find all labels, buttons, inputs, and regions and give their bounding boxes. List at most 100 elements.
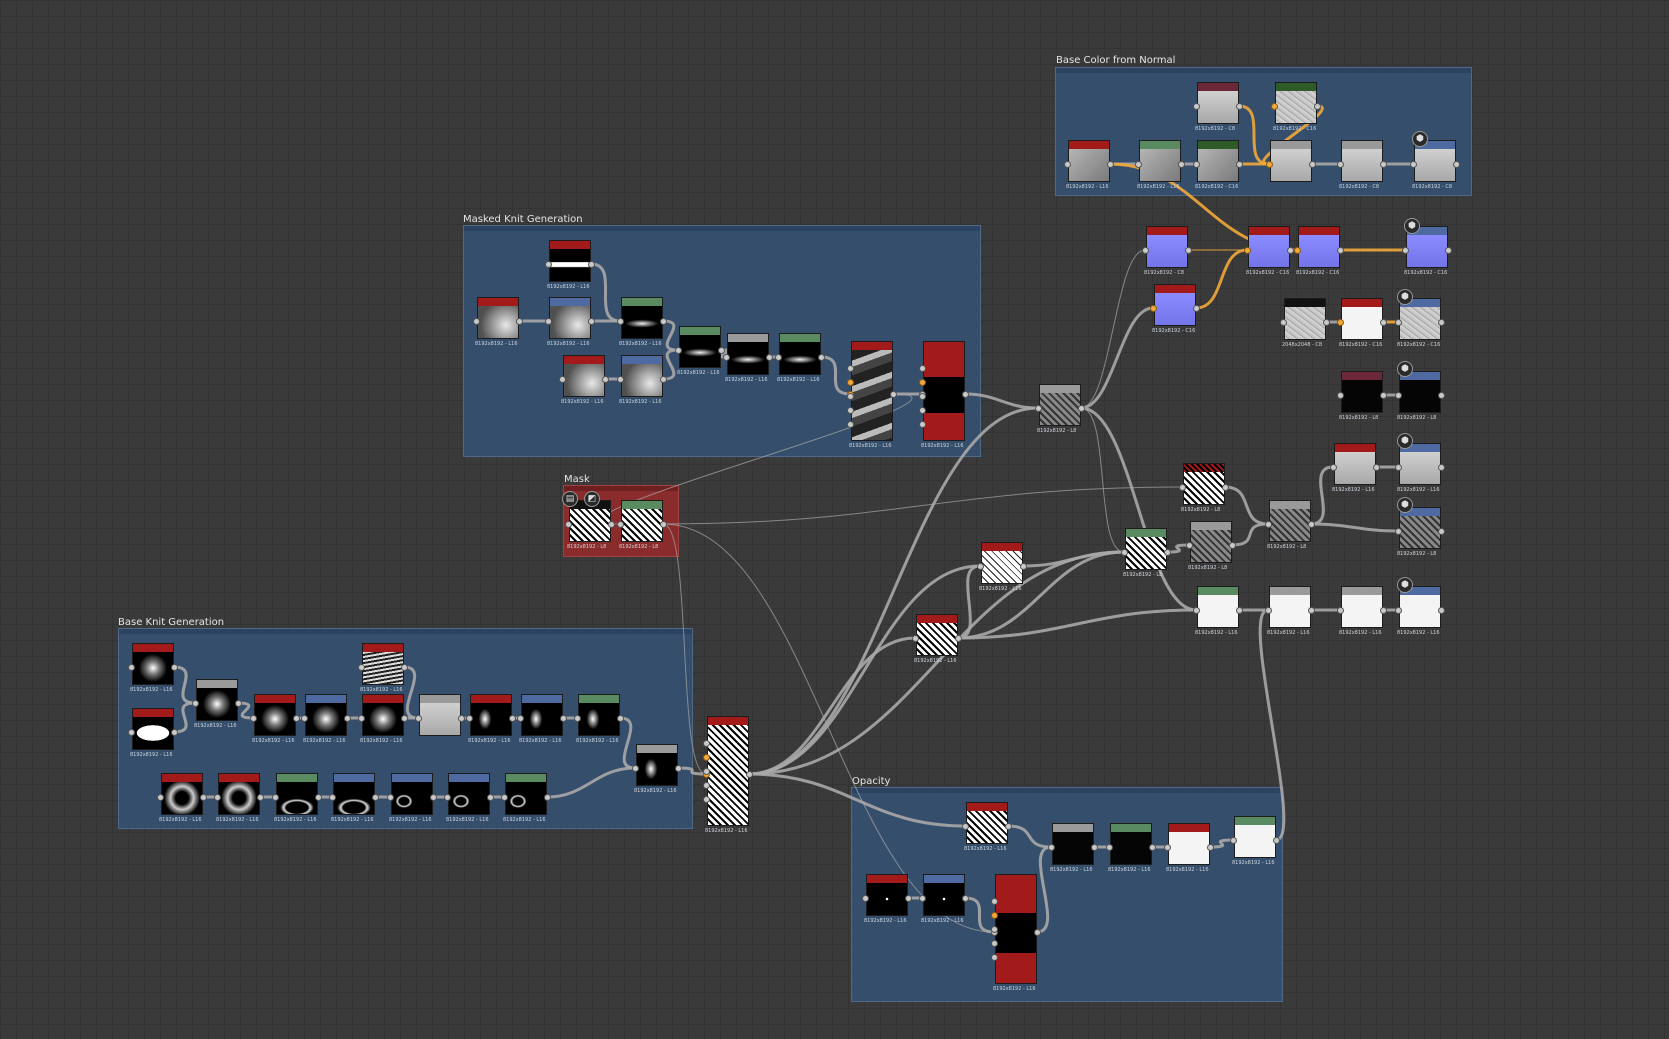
output-port[interactable] [1373,464,1380,471]
output-port[interactable] [1438,464,1445,471]
input-port[interactable] [703,782,710,789]
output-port[interactable] [660,318,667,325]
graph-node-mk5[interactable] [563,355,605,397]
input-port[interactable] [723,354,730,361]
graph-node-bk12[interactable] [636,744,678,786]
output-port[interactable] [1308,607,1315,614]
graph-node-mid5[interactable] [1190,521,1232,563]
input-port[interactable] [919,421,926,428]
input-port[interactable] [919,365,926,372]
graph-node-bc2[interactable] [1139,140,1181,182]
input-port[interactable] [1266,161,1273,168]
output-port[interactable] [516,318,523,325]
input-port[interactable] [977,563,984,570]
graph-node-bl1[interactable] [707,716,749,826]
graph-node-op6[interactable] [866,874,908,916]
output-port[interactable] [1438,319,1445,326]
output-port[interactable] [1005,823,1012,830]
output-port[interactable] [1236,607,1243,614]
graph-node-r9[interactable] [1341,371,1383,413]
graph-node-r7[interactable] [1341,298,1383,340]
input-port[interactable] [991,926,998,933]
output-node-icon[interactable]: ⬢ [1397,497,1413,513]
output-port[interactable] [1091,844,1098,851]
output-port[interactable] [1193,305,1200,312]
graph-node-op8[interactable] [995,874,1037,984]
input-port[interactable] [775,354,782,361]
input-port[interactable] [703,740,710,747]
input-port[interactable] [358,664,365,671]
output-port[interactable] [509,715,516,722]
output-port[interactable] [171,729,178,736]
graph-node-bk6[interactable] [362,643,404,685]
output-port[interactable] [718,347,725,354]
graph-node-r4[interactable] [1298,226,1340,268]
graph-node-mk10[interactable] [851,341,893,441]
graph-node-bk10[interactable] [521,694,563,736]
output-port[interactable] [1438,528,1445,535]
output-node-icon[interactable]: ⬢ [1397,433,1413,449]
input-port[interactable] [1193,607,1200,614]
graph-node-mid7[interactable] [1269,500,1311,542]
input-port[interactable] [545,261,552,268]
output-port[interactable] [1308,521,1315,528]
output-port[interactable] [458,715,465,722]
graph-node-bk15[interactable] [276,773,318,815]
graph-node-mk4[interactable] [621,297,663,339]
graph-node-op2[interactable] [1052,823,1094,865]
output-port[interactable] [1034,929,1041,936]
input-port[interactable] [862,895,869,902]
output-port[interactable] [1222,484,1229,491]
output-node-icon[interactable]: ⬢ [1397,361,1413,377]
output-port[interactable] [818,354,825,361]
node-graph-canvas[interactable]: Base Color from Normal Masked Knit Gener… [0,0,1669,1039]
input-port[interactable] [1035,405,1042,412]
input-port[interactable] [574,715,581,722]
graph-node-mk7[interactable] [679,326,721,368]
graph-node-bk5[interactable] [305,694,347,736]
input-port[interactable] [617,376,624,383]
graph-node-bk2[interactable] [132,708,174,750]
output-port[interactable] [588,318,595,325]
input-port[interactable] [1395,607,1402,614]
input-port[interactable] [847,421,854,428]
output-port[interactable] [1207,844,1214,851]
output-port[interactable] [766,354,773,361]
output-port[interactable] [660,521,667,528]
graph-node-mid6[interactable] [1183,463,1225,505]
output-port[interactable] [1273,837,1280,844]
input-port[interactable] [847,365,854,372]
input-port[interactable] [559,376,566,383]
input-port[interactable] [1330,464,1337,471]
input-port[interactable] [1164,844,1171,851]
output-port[interactable] [1453,161,1460,168]
output-port[interactable] [1309,161,1316,168]
input-port[interactable] [1064,161,1071,168]
input-port[interactable] [1395,319,1402,326]
graph-node-r12[interactable] [1399,443,1441,485]
output-port[interactable] [1287,247,1294,254]
input-port[interactable] [272,794,279,801]
output-port[interactable] [372,794,379,801]
output-port[interactable] [1078,405,1085,412]
graph-node-mk3[interactable] [549,297,591,339]
graph-node-bk17[interactable] [391,773,433,815]
graph-node-bk19[interactable] [505,773,547,815]
input-port[interactable] [1193,103,1200,110]
output-port[interactable] [1380,161,1387,168]
output-port[interactable] [1020,563,1027,570]
output-port[interactable] [608,521,615,528]
output-port[interactable] [1236,103,1243,110]
graph-node-op3[interactable] [1110,823,1152,865]
graph-node-op1[interactable] [966,802,1008,844]
output-port[interactable] [200,794,207,801]
output-port[interactable] [544,794,551,801]
graph-node-r11[interactable] [1334,443,1376,485]
graph-node-bc6[interactable] [1270,140,1312,182]
input-port[interactable] [847,379,854,386]
input-port[interactable] [1048,844,1055,851]
graph-node-mk11[interactable] [923,341,965,441]
output-port[interactable] [1380,607,1387,614]
bitmap-icon[interactable]: ▤ [562,491,578,507]
graph-node-bc7[interactable] [1341,140,1383,182]
